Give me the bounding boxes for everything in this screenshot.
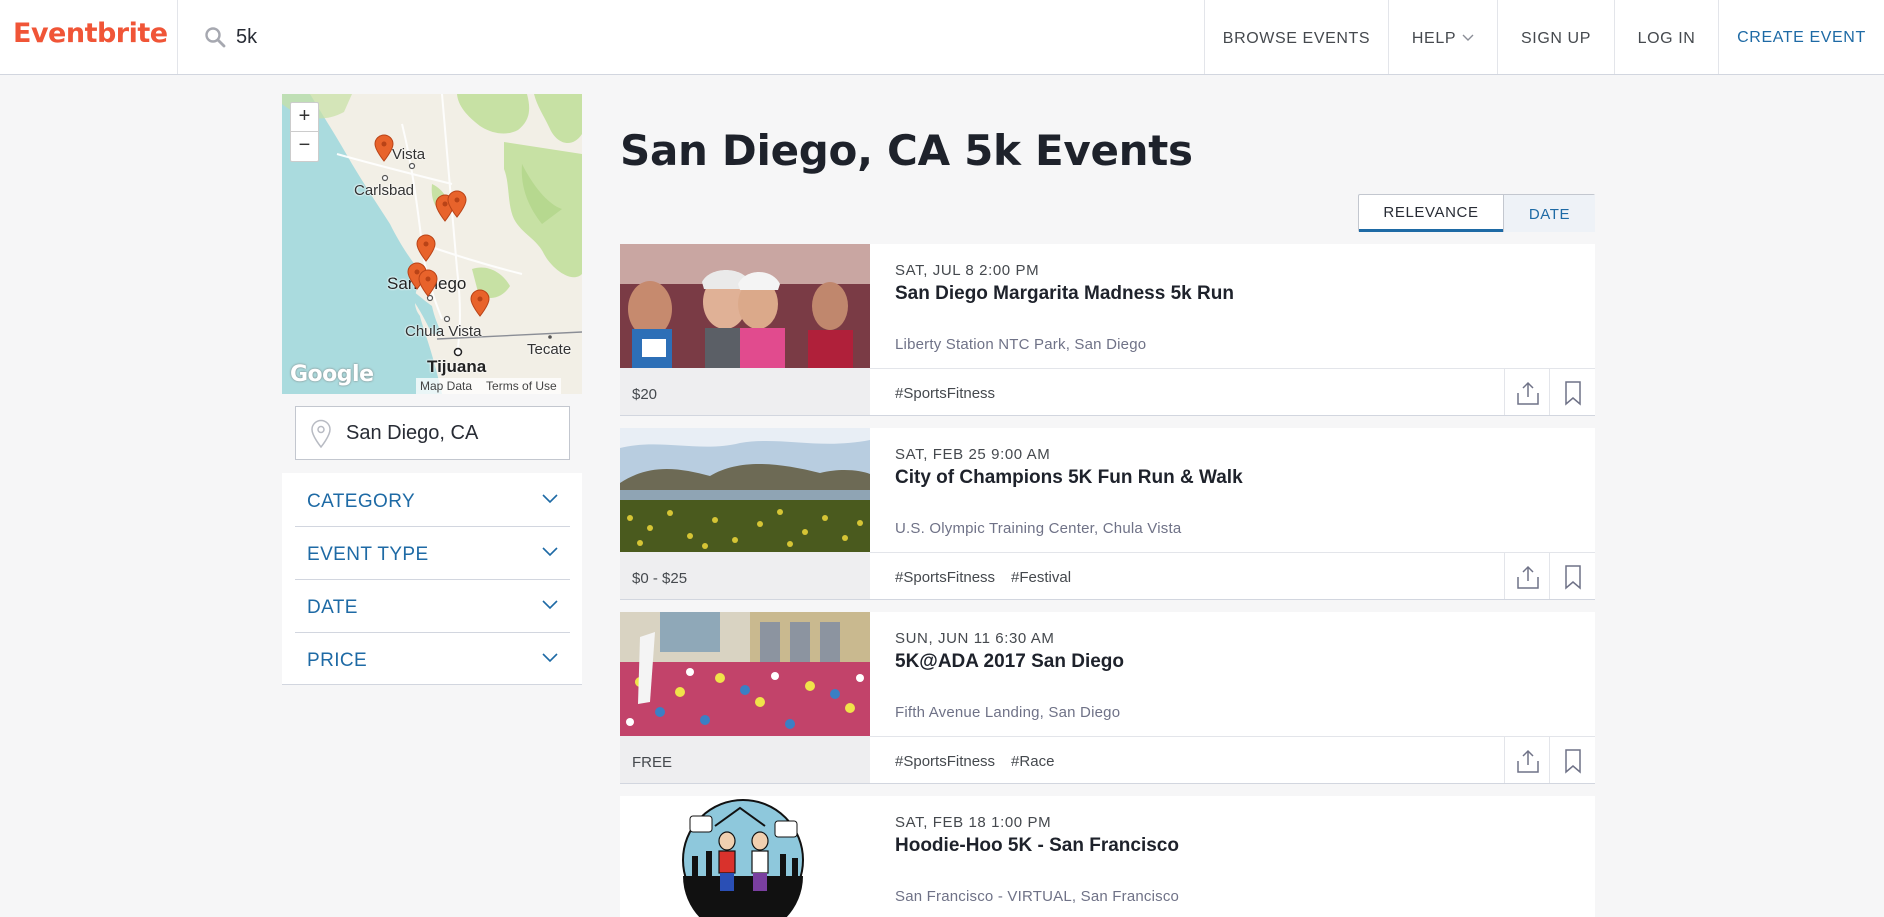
top-header: Eventbrite BROWSE EVENTS HELP SIGN UP LO… [0,0,1884,75]
bookmark-button[interactable] [1549,736,1595,783]
filter-price[interactable]: PRICE [295,633,570,686]
header-divider [177,0,178,74]
event-date: SAT, FEB 18 1:00 PM [895,814,1052,831]
event-card[interactable]: SAT, FEB 18 1:00 PM Hoodie-Hoo 5K - San … [620,796,1595,917]
price-area: $0 - $25 [620,552,870,599]
map-label-tijuana: Tijuana [427,357,487,376]
card-divider [870,552,1595,553]
event-venue: U.S. Olympic Training Center, Chula Vist… [895,520,1182,537]
event-price: $20 [632,386,658,403]
terms-of-use-link[interactable]: Terms of Use [486,379,557,393]
map-zoom-in-button[interactable]: + [290,102,319,132]
bookmark-button[interactable] [1549,368,1595,415]
map-pin-icon[interactable] [446,190,468,218]
event-title[interactable]: 5K@ADA 2017 San Diego [895,651,1124,673]
map-attribution: Map Data Terms of Use [416,378,561,394]
share-icon [1516,749,1539,773]
help-menu[interactable]: HELP [1389,0,1497,74]
create-event-link[interactable]: CREATE EVENT [1719,0,1884,74]
browse-events-link[interactable]: BROWSE EVENTS [1205,0,1388,74]
card-divider [870,736,1595,737]
map-zoom-out-button[interactable]: − [290,132,319,162]
sort-date-button[interactable]: DATE [1503,195,1595,232]
help-label: HELP [1411,30,1457,47]
map-pin-icon[interactable] [417,269,439,297]
map-pin-icon[interactable] [373,134,395,162]
share-button[interactable] [1504,368,1550,415]
event-tag[interactable]: #SportsFitness [895,569,995,586]
filter-label: CATEGORY [307,491,416,512]
sign-up-link[interactable]: SIGN UP [1498,0,1614,74]
event-venue: Liberty Station NTC Park, San Diego [895,336,1147,353]
google-logo: Google [290,362,374,387]
event-date: SAT, JUL 8 2:00 PM [895,262,1040,279]
event-title[interactable]: Hoodie-Hoo 5K - San Francisco [895,835,1179,857]
event-card[interactable]: FREE SUN, JUN 11 6:30 AM 5K@ADA 2017 San… [620,612,1595,784]
chevron-down-icon [1462,34,1474,41]
filter-label: EVENT TYPE [307,544,429,565]
share-icon [1516,381,1539,405]
event-venue: San Francisco - VIRTUAL, San Francisco [895,888,1180,905]
search-icon [205,27,226,48]
map-pin-icon[interactable] [415,234,437,262]
event-image[interactable] [620,612,870,736]
events-map[interactable]: Vista Carlsbad San Diego Chula Vista Tec… [282,94,582,394]
map-label-tecate: Tecate [527,341,572,358]
map-label-chula-vista: Chula Vista [405,323,482,340]
eventbrite-logo[interactable]: Eventbrite [13,18,168,49]
search-input[interactable] [236,22,1136,52]
share-button[interactable] [1504,736,1550,783]
sort-toggle: RELEVANCE DATE [1358,194,1595,232]
filter-event-type[interactable]: EVENT TYPE [295,527,570,580]
event-tag[interactable]: #SportsFitness [895,385,995,402]
event-venue: Fifth Avenue Landing, San Diego [895,704,1121,721]
event-date: SAT, FEB 25 9:00 AM [895,446,1051,463]
bookmark-icon [1564,381,1581,406]
bookmark-icon [1564,565,1581,590]
map-label-carlsbad: Carlsbad [354,182,415,199]
map-data-link[interactable]: Map Data [420,379,472,393]
sort-relevance-button[interactable]: RELEVANCE [1359,195,1503,232]
location-field[interactable] [295,406,570,460]
share-button[interactable] [1504,552,1550,599]
location-pin-icon [311,419,331,449]
event-title[interactable]: City of Champions 5K Fun Run & Walk [895,467,1243,489]
event-image[interactable] [620,796,870,917]
event-date: SUN, JUN 11 6:30 AM [895,630,1055,647]
event-tag[interactable]: #SportsFitness [895,753,995,770]
log-in-link[interactable]: LOG IN [1615,0,1718,74]
map-pin-icon[interactable] [469,289,491,317]
bookmark-icon [1564,749,1581,774]
event-image[interactable] [620,428,870,552]
event-tag[interactable]: #Race [1011,753,1054,770]
event-card[interactable]: $0 - $25 SAT, FEB 25 9:00 AM City of Cha… [620,428,1595,600]
filter-label: PRICE [307,650,368,671]
filter-label: DATE [307,597,358,618]
event-tags: #SportsFitness #Race [895,753,1070,770]
page-title: San Diego, CA 5k Events [620,126,1193,175]
filter-category[interactable]: CATEGORY [295,474,570,527]
location-input[interactable] [346,419,556,447]
price-area: FREE [620,736,870,783]
share-icon [1516,565,1539,589]
event-image[interactable] [620,244,870,368]
event-card[interactable]: $20 SAT, JUL 8 2:00 PM San Diego Margari… [620,244,1595,416]
card-divider [870,368,1595,369]
bookmark-button[interactable] [1549,552,1595,599]
event-tags: #SportsFitness [895,385,1011,402]
event-title[interactable]: San Diego Margarita Madness 5k Run [895,283,1234,305]
event-price: FREE [632,754,673,771]
filter-date[interactable]: DATE [295,580,570,633]
price-area: $20 [620,368,870,415]
event-price: $0 - $25 [632,570,688,587]
event-tag[interactable]: #Festival [1011,569,1071,586]
chevron-down-icon [542,494,558,504]
map-label-vista: Vista [392,146,426,163]
chevron-down-icon [542,600,558,610]
event-tags: #SportsFitness #Festival [895,569,1087,586]
chevron-down-icon [542,653,558,663]
chevron-down-icon [542,547,558,557]
